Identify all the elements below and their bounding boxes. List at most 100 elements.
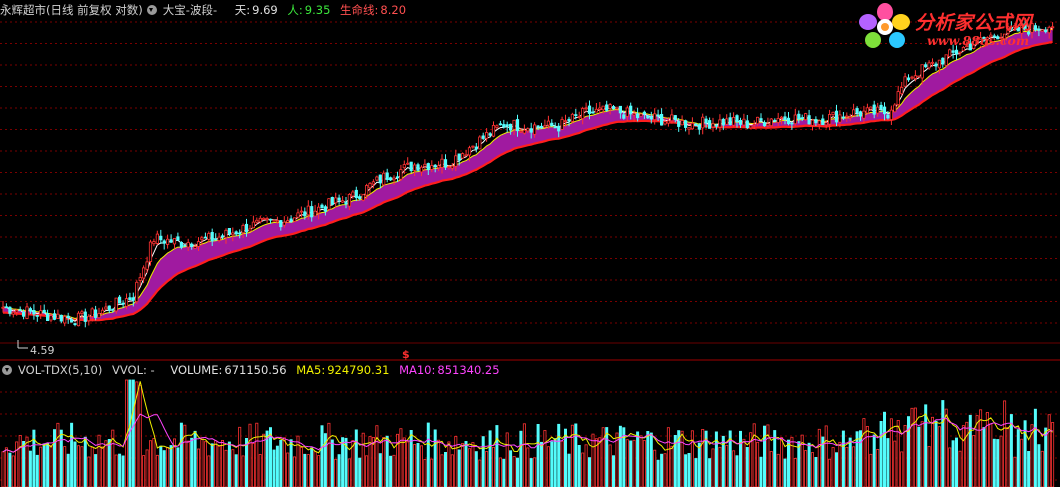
candle-body	[714, 124, 719, 127]
candle-body	[786, 117, 791, 125]
candle-body	[855, 108, 859, 114]
volume-bar	[306, 454, 310, 487]
candle-body	[316, 206, 321, 214]
volume-bar	[646, 430, 650, 487]
candle-body	[896, 91, 900, 105]
candle-body	[646, 115, 650, 119]
candle-body	[625, 107, 629, 117]
volume-bar	[797, 441, 801, 487]
candle-body	[454, 155, 458, 167]
volume-menu-icon[interactable]	[2, 365, 12, 375]
candle-body	[457, 153, 461, 161]
stock-title[interactable]: 永辉超市(日线 前复权 对数)	[0, 3, 143, 17]
candle-body	[282, 221, 286, 226]
volume-bar	[430, 458, 434, 487]
volume-bar	[848, 437, 852, 487]
volume-bar	[852, 446, 856, 487]
volume-bar	[663, 453, 667, 487]
indicator-menu-icon[interactable]	[146, 5, 157, 15]
volume-bar	[423, 459, 427, 487]
candle-body	[848, 116, 852, 119]
volume-bar	[927, 446, 931, 487]
candle-body	[742, 118, 746, 126]
volume-bar	[516, 457, 520, 487]
candle-body	[910, 76, 914, 79]
life-value: 8.20	[380, 3, 407, 17]
volume-bar	[1040, 450, 1044, 487]
volume-bar	[385, 435, 389, 487]
volume-bar	[118, 453, 122, 487]
sky-value: 9.69	[252, 3, 278, 17]
volume-bar	[22, 440, 26, 487]
volume-bar	[200, 437, 204, 487]
candle-body	[481, 135, 485, 139]
candle-body	[193, 246, 197, 249]
candle-body	[900, 87, 904, 95]
volume-bar	[605, 427, 609, 487]
volume-indicator-name[interactable]: VOL-TDX(5,10)	[18, 363, 102, 377]
volume-bar	[968, 414, 972, 487]
volume-bar	[361, 432, 365, 487]
volume-bar	[310, 447, 314, 487]
candle-body	[323, 206, 328, 212]
candle-body	[238, 232, 242, 235]
candle-body	[87, 315, 91, 322]
volume-bar	[835, 452, 839, 487]
candle-body	[313, 210, 317, 217]
volume-bar	[416, 442, 420, 487]
volume-bar	[519, 430, 523, 487]
candle-body	[642, 111, 647, 115]
candle-body	[906, 77, 911, 81]
candle-body	[121, 302, 125, 305]
volume-bar	[817, 428, 821, 487]
candle-body	[279, 220, 283, 228]
volume-bar	[488, 430, 492, 487]
candle-body	[869, 106, 873, 110]
stock-chart[interactable]: 4.59 $	[0, 0, 1060, 487]
dividend-marker[interactable]: $	[402, 348, 410, 361]
volume-bar	[666, 427, 670, 487]
candle-body	[649, 116, 653, 120]
volume-bar	[289, 439, 293, 487]
site-logo[interactable]: 分析家公式网 www.88gs.com	[855, 2, 1055, 52]
volume-bar	[107, 438, 111, 487]
indicator-name[interactable]: 大宝-波段-	[163, 3, 217, 17]
volume-bar	[533, 457, 537, 487]
candle-body	[505, 124, 509, 127]
candle-body	[732, 117, 736, 126]
candle-body	[865, 107, 870, 114]
candle-body	[135, 281, 139, 302]
candle-body	[838, 114, 842, 123]
volume-bar	[996, 439, 1000, 487]
candle-body	[958, 51, 962, 54]
volume-bar	[972, 435, 976, 487]
candle-body	[879, 104, 883, 110]
candle-body	[262, 217, 266, 220]
candle-body	[70, 319, 74, 323]
volume-bar	[406, 441, 410, 487]
low-price-label: 4.59	[30, 344, 55, 357]
volume-bar	[725, 444, 729, 487]
candle-body	[927, 62, 931, 69]
volume-bar	[1, 451, 5, 487]
volume-bar	[169, 445, 173, 487]
volume-bar	[553, 438, 557, 487]
candle-body	[793, 114, 797, 125]
volume-bar	[529, 458, 533, 487]
candle-body	[718, 119, 722, 128]
candle-body	[190, 243, 194, 248]
candle-body	[165, 238, 170, 245]
candle-body	[780, 116, 784, 119]
volume-bar	[804, 450, 808, 487]
candle-body	[536, 125, 540, 128]
candle-body	[677, 121, 681, 127]
volume-bar	[231, 449, 235, 487]
candle-body	[622, 114, 626, 119]
candle-body	[553, 126, 557, 129]
volume-bar	[262, 433, 266, 487]
candle-body	[286, 220, 290, 223]
life-label: 生命线:	[340, 3, 379, 17]
volume-bar	[752, 423, 756, 487]
volume-bar	[8, 452, 12, 487]
volume-bar	[684, 454, 688, 487]
